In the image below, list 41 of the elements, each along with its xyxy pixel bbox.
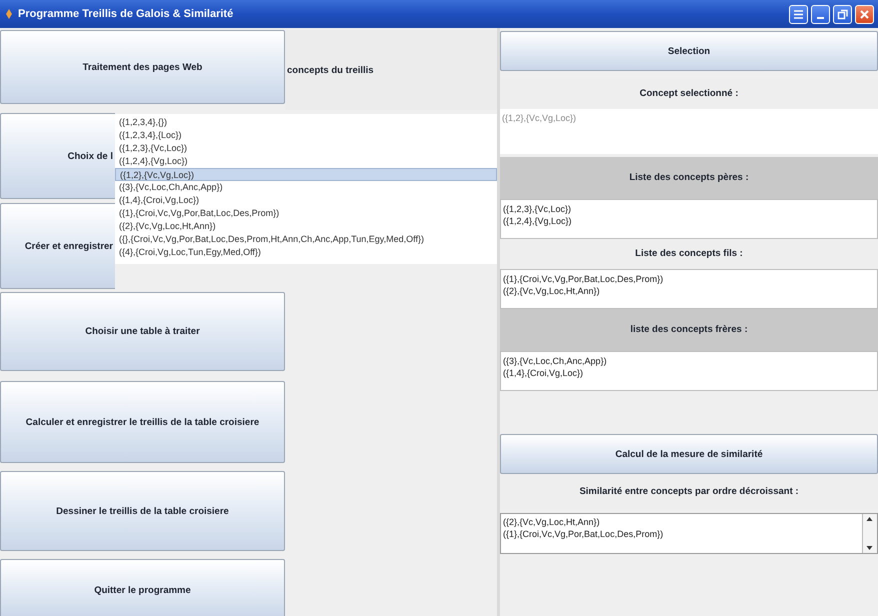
java-app-icon xyxy=(6,9,12,19)
section-header: Liste des concepts pères : xyxy=(500,157,878,199)
minimize-icon xyxy=(817,16,824,18)
concept-item[interactable]: ({1,2,4},{Vg,Loc}) xyxy=(115,155,497,168)
close-button[interactable] xyxy=(855,4,874,24)
concept-item: ({1,4},{Croi,Vg,Loc}) xyxy=(503,367,584,379)
concept-item[interactable]: ({},{Croi,Vc,Vg,Por,Bat,Loc,Des,Prom,Ht,Ann,Ch,Anc,App,Tun,Egy,Med,Off}) xyxy=(115,233,497,246)
action-button[interactable]: Selection xyxy=(500,31,878,71)
concept-item[interactable]: ({4},{Croi,Vg,Loc,Tun,Egy,Med,Off}) xyxy=(115,246,497,259)
minimize-button[interactable] xyxy=(811,4,830,24)
concept-item: ({1},{Croi,Vc,Vg,Por,Bat,Loc,Des,Prom}) xyxy=(503,528,664,540)
restore-icon xyxy=(837,8,848,20)
section-header: liste des concepts frères : xyxy=(500,309,878,351)
concept-item[interactable]: ({3},{Vc,Loc,Ch,Anc,App}) xyxy=(115,181,497,194)
menu-button[interactable] xyxy=(789,4,808,24)
concept-item[interactable]: ({1,2,3},{Vc,Loc}) xyxy=(115,142,497,155)
action-button[interactable]: Quitter le programme xyxy=(0,559,285,616)
concept-item[interactable]: ({1,4},{Croi,Vg,Loc}) xyxy=(115,194,497,207)
concept-item: ({2},{Vc,Vg,Loc,Ht,Ann}) xyxy=(503,285,601,297)
concept-item[interactable]: ({1},{Croi,Vc,Vg,Por,Bat,Loc,Des,Prom}) xyxy=(115,207,497,220)
close-icon xyxy=(859,8,870,20)
concept-item[interactable]: ({1,2},{Vc,Vg,Loc}) xyxy=(115,168,497,181)
concept-item: ({1},{Croi,Vc,Vg,Por,Bat,Loc,Des,Prom}) xyxy=(503,273,664,285)
action-button[interactable]: Calcul de la mesure de similarité xyxy=(500,434,878,474)
concept-item: ({2},{Vc,Vg,Loc,Ht,Ann}) xyxy=(503,516,601,528)
action-button[interactable]: Créer et enregistrer xyxy=(0,203,115,289)
concept-item[interactable]: ({1,2,3,4},{Loc}) xyxy=(115,129,497,142)
window-title: Programme Treillis de Galois & Similarité xyxy=(18,8,234,20)
maximize-button[interactable] xyxy=(833,4,852,24)
action-button[interactable]: Choix de l xyxy=(0,113,115,199)
action-button[interactable]: Calculer et enregistrer le treillis de la table croisiere xyxy=(0,381,285,463)
scrollbar[interactable] xyxy=(862,514,877,553)
concept-item: ({1,2,4},{Vg,Loc}) xyxy=(503,215,573,227)
concept-item[interactable]: ({2},{Vc,Vg,Loc,Ht,Ann}) xyxy=(115,220,497,233)
action-button[interactable]: Dessiner le treillis de la table croisiere xyxy=(0,471,285,551)
action-button[interactable]: Choisir une table à traiter xyxy=(0,292,285,371)
concept-item[interactable]: ({1,2,3,4},{}) xyxy=(115,116,497,129)
concept-item: ({1,2,3},{Vc,Loc}) xyxy=(503,203,572,215)
action-button[interactable]: Traitement des pages Web xyxy=(0,30,285,104)
concept-item: ({3},{Vc,Loc,Ch,Anc,App}) xyxy=(503,355,608,367)
menu-icon xyxy=(793,8,804,20)
